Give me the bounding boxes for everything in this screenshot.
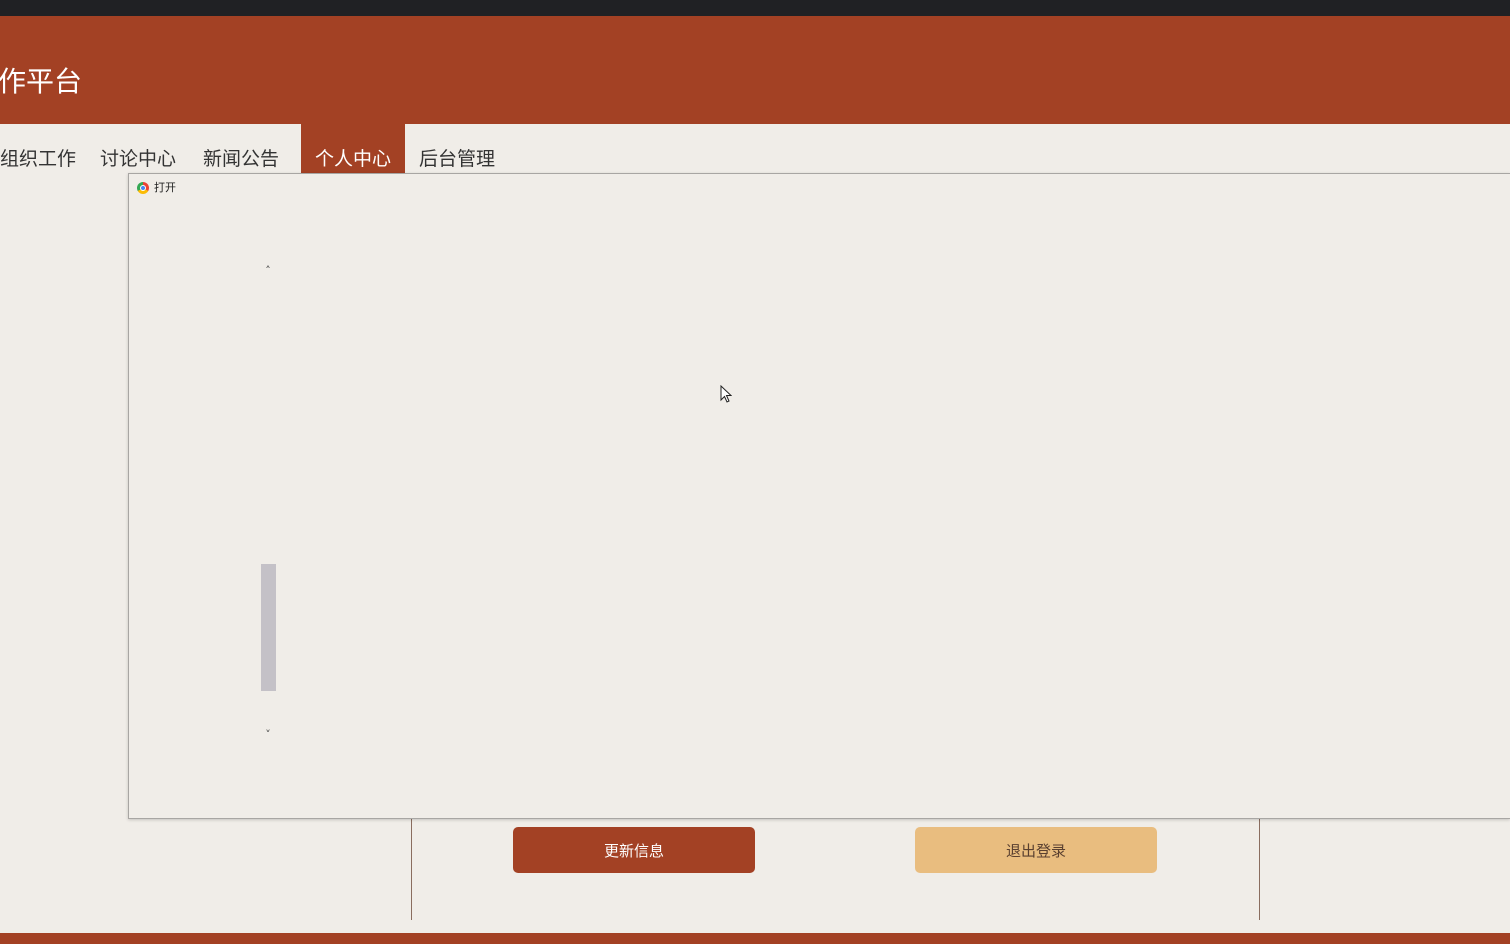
footer-strip [0,933,1510,944]
logout-button[interactable]: 退出登录 [915,827,1157,873]
chrome-icon [137,182,149,194]
nav-item-discussion[interactable]: 讨论中心 [100,124,176,174]
nav-item-personal-center[interactable]: 个人中心 [301,124,405,174]
site-title: 作平台 [0,65,83,98]
page: 作平台 组织工作 讨论中心 新闻公告 个人中心 后台管理 更新信息 退出登录 打… [0,0,1510,944]
dialog-titlebar[interactable]: 打开 [137,180,176,196]
nav-item-news[interactable]: 新闻公告 [203,124,279,174]
scrollbar-thumb[interactable] [261,564,276,691]
mouse-cursor-icon [720,385,732,403]
update-info-button[interactable]: 更新信息 [513,827,755,873]
nav-item-organization[interactable]: 组织工作 [0,124,76,174]
site-header: 作平台 [0,16,1510,124]
open-file-dialog[interactable]: 打开 ˄ ˅ [128,173,1510,819]
scroll-up-arrow-icon[interactable]: ˄ [261,264,275,278]
nav-item-admin[interactable]: 后台管理 [419,124,495,174]
browser-top-strip [0,0,1510,16]
main-nav: 组织工作 讨论中心 新闻公告 个人中心 后台管理 [0,124,1510,174]
dialog-title: 打开 [154,181,176,194]
scroll-down-arrow-icon[interactable]: ˅ [261,728,275,742]
